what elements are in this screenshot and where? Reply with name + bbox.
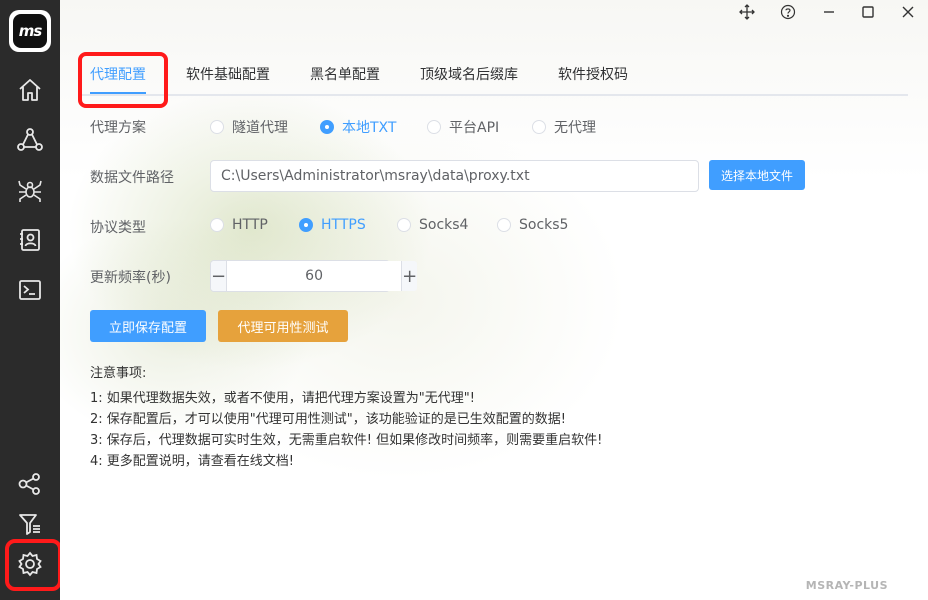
tab-basic-config[interactable]: 软件基础配置 — [186, 64, 270, 94]
radio-circle[interactable] — [397, 218, 411, 232]
minimize-icon[interactable] — [820, 3, 838, 21]
close-icon[interactable] — [899, 3, 917, 21]
terminal-icon[interactable] — [14, 274, 46, 306]
radio-circle[interactable] — [299, 218, 313, 232]
radio-circle[interactable] — [497, 218, 511, 232]
app-logo: ms — [9, 10, 51, 52]
protocol-radio-http[interactable]: HTTP — [210, 217, 268, 233]
contacts-icon[interactable] — [14, 224, 46, 256]
scheme-radio-tunnel[interactable]: 隧道代理 — [210, 117, 288, 137]
network-icon[interactable] — [14, 124, 46, 156]
logo-text: ms — [13, 14, 47, 48]
main-panel: 代理配置 软件基础配置 黑名单配置 顶级域名后缀库 软件授权码 代理方案 隧道代… — [60, 0, 928, 600]
tab-proxy-config[interactable]: 代理配置 — [90, 64, 146, 94]
choose-file-button[interactable]: 选择本地文件 — [709, 160, 805, 190]
radio-label: 无代理 — [554, 120, 596, 136]
radio-label: 隧道代理 — [232, 120, 288, 136]
path-input[interactable] — [210, 160, 699, 192]
tab-blacklist-config[interactable]: 黑名单配置 — [310, 64, 380, 94]
scheme-radio-no-proxy[interactable]: 无代理 — [532, 117, 596, 137]
protocol-radio-https[interactable]: HTTPS — [299, 217, 366, 233]
note-item: 4: 更多配置说明，请查看在线文档! — [90, 454, 294, 469]
protocol-radio-socks4[interactable]: Socks4 — [397, 217, 468, 233]
increment-button[interactable]: + — [401, 261, 418, 291]
tab-tld-library[interactable]: 顶级域名后缀库 — [420, 64, 518, 94]
share-icon[interactable] — [14, 468, 46, 500]
save-config-button[interactable]: 立即保存配置 — [90, 310, 206, 342]
scheme-label: 代理方案 — [90, 120, 146, 136]
radio-label: Socks5 — [519, 217, 569, 233]
tab-license-code[interactable]: 软件授权码 — [558, 64, 628, 94]
notes-list: 1: 如果代理数据失效，或者不使用，请把代理方案设置为"无代理"! 2: 保存配… — [90, 388, 602, 472]
radio-label: HTTPS — [321, 217, 366, 233]
brand-watermark: MSRAY-PLUS — [805, 579, 888, 592]
radio-label: HTTP — [232, 217, 268, 233]
radio-circle[interactable] — [427, 120, 441, 134]
radio-circle[interactable] — [210, 120, 224, 134]
home-icon[interactable] — [14, 74, 46, 106]
gear-icon[interactable] — [14, 548, 46, 580]
spider-icon[interactable] — [14, 174, 46, 206]
path-label: 数据文件路径 — [90, 170, 174, 186]
decrement-button[interactable]: − — [211, 261, 228, 291]
note-item: 1: 如果代理数据失效，或者不使用，请把代理方案设置为"无代理"! — [90, 391, 475, 406]
radio-circle[interactable] — [320, 120, 334, 134]
radio-circle[interactable] — [210, 218, 224, 232]
help-icon[interactable] — [779, 3, 797, 21]
filter-icon[interactable] — [14, 508, 46, 540]
active-tab-indicator — [90, 92, 146, 94]
note-item: 2: 保存配置后，才可以使用"代理可用性测试"，该功能验证的是已生效配置的数据! — [90, 412, 566, 427]
radio-label: 平台API — [449, 120, 500, 136]
protocol-label: 协议类型 — [90, 220, 146, 236]
radio-label: Socks4 — [419, 217, 469, 233]
proxy-test-button[interactable]: 代理可用性测试 — [218, 310, 348, 342]
sidebar: ms — [0, 0, 62, 600]
tab-bar: 代理配置 软件基础配置 黑名单配置 顶级域名后缀库 软件授权码 — [80, 64, 908, 96]
protocol-radio-socks5[interactable]: Socks5 — [497, 217, 568, 233]
refresh-label: 更新频率(秒) — [90, 270, 171, 286]
notes-title: 注意事项: — [90, 366, 147, 381]
scheme-radio-platform-api[interactable]: 平台API — [427, 117, 499, 137]
refresh-value-input[interactable] — [227, 261, 402, 291]
radio-circle[interactable] — [532, 120, 546, 134]
move-icon[interactable] — [738, 3, 756, 21]
radio-label: 本地TXT — [342, 120, 397, 136]
scheme-radio-local-txt[interactable]: 本地TXT — [320, 117, 396, 137]
refresh-stepper: − + — [210, 260, 418, 292]
maximize-icon[interactable] — [859, 3, 877, 21]
note-item: 3: 保存后，代理数据可实时生效，无需重启软件! 但如果修改时间频率，则需要重启… — [90, 433, 603, 448]
